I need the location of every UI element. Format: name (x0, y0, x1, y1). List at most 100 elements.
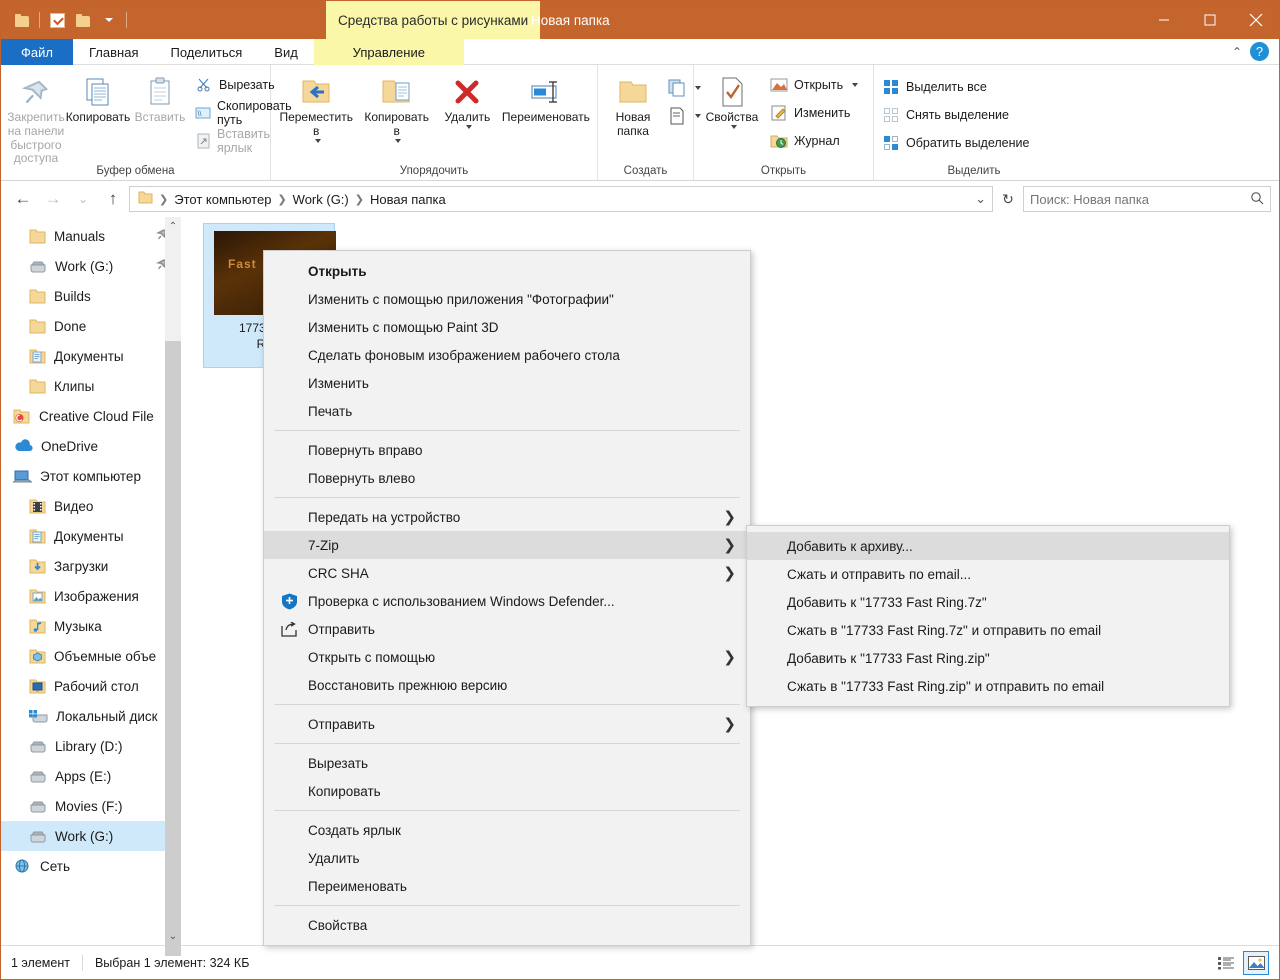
context-menu-item-21[interactable]: Копировать (264, 777, 750, 805)
sidebar-item-0[interactable]: Manuals (1, 221, 181, 251)
qat-customize-dropdown-icon[interactable] (96, 7, 122, 33)
context-menu-item-27[interactable]: Свойства (264, 911, 750, 939)
sidebar-item-7[interactable]: OneDrive (1, 431, 181, 461)
sidebar-item-15[interactable]: Рабочий стол (1, 671, 181, 701)
breadcrumb-item-1[interactable]: Work (G:) (289, 192, 353, 207)
breadcrumb-item-2[interactable]: Новая папка (366, 192, 450, 207)
sidebar-item-9[interactable]: Видео (1, 491, 181, 521)
rename-button[interactable]: Переименовать (499, 69, 593, 125)
context-menu-item-13[interactable]: Проверка с использованием Windows Defend… (264, 587, 750, 615)
edit-button[interactable]: Изменить (766, 100, 862, 126)
sidebar-item-6[interactable]: Creative Cloud File (1, 401, 181, 431)
context-menu-item-12[interactable]: CRC SHA ❯ (264, 559, 750, 587)
sidebar-item-8[interactable]: Этот компьютер (1, 461, 181, 491)
submenu-7zip-item-0[interactable]: Добавить к архиву... (747, 532, 1229, 560)
context-submenu-7zip[interactable]: Добавить к архиву... Сжать и отправить по… (746, 525, 1230, 707)
copy-button[interactable]: Копировать (66, 69, 130, 125)
details-view-button[interactable] (1213, 951, 1239, 975)
invert-selection-button[interactable]: Обратить выделение (878, 130, 1033, 156)
up-button[interactable]: ↑ (99, 185, 127, 213)
tab-manage[interactable]: Управление (313, 39, 464, 65)
context-menu-item-18[interactable]: Отправить ❯ (264, 710, 750, 738)
minimize-button[interactable] (1141, 1, 1187, 39)
context-menu-item-16[interactable]: Восстановить прежнюю версию (264, 671, 750, 699)
chevron-up-icon[interactable]: ⌃ (1232, 45, 1242, 59)
qat-new-folder-icon[interactable] (70, 7, 96, 33)
sidebar-item-18[interactable]: Apps (E:) (1, 761, 181, 791)
new-folder-button[interactable]: Новая папка (602, 69, 664, 139)
sidebar-item-16[interactable]: Локальный диск (1, 701, 181, 731)
sidebar-item-2[interactable]: Builds (1, 281, 181, 311)
sidebar-item-21[interactable]: Сеть (1, 851, 181, 881)
sidebar-item-4[interactable]: Документы (1, 341, 181, 371)
qat-properties-checkbox-icon[interactable] (44, 7, 70, 33)
move-to-button[interactable]: Переместить в (275, 69, 357, 143)
context-menu-item-2[interactable]: Изменить с помощью Paint 3D (264, 313, 750, 341)
scroll-up-arrow-icon[interactable]: ⌃ (165, 217, 181, 235)
context-menu-item-14[interactable]: Отправить (264, 615, 750, 643)
sidebar-item-14[interactable]: Объемные объе (1, 641, 181, 671)
sidebar-item-5[interactable]: Клипы (1, 371, 181, 401)
sidebar-item-1[interactable]: Work (G:) (1, 251, 181, 281)
context-menu-item-3[interactable]: Сделать фоновым изображением рабочего ст… (264, 341, 750, 369)
tab-home[interactable]: Главная (73, 39, 154, 65)
help-icon[interactable]: ? (1250, 42, 1269, 61)
context-menu-item-8[interactable]: Повернуть влево (264, 464, 750, 492)
qat-folder-icon[interactable] (9, 7, 35, 33)
paste-button[interactable]: Вставить (129, 69, 191, 125)
breadcrumb[interactable]: ❯ Этот компьютер ❯ Work (G:) ❯ Новая пап… (129, 186, 993, 212)
context-menu-item-23[interactable]: Создать ярлык (264, 816, 750, 844)
context-menu-item-5[interactable]: Печать (264, 397, 750, 425)
sidebar-item-12[interactable]: Изображения (1, 581, 181, 611)
thumbnails-view-button[interactable] (1243, 950, 1269, 975)
context-menu-item-11[interactable]: 7-Zip ❯ (264, 531, 750, 559)
recent-locations-button[interactable]: ⌄ (69, 185, 97, 213)
forward-button[interactable]: → (39, 185, 67, 213)
submenu-7zip-item-1[interactable]: Сжать и отправить по email... (747, 560, 1229, 588)
context-menu-item-1[interactable]: Изменить с помощью приложения "Фотографи… (264, 285, 750, 313)
search-input[interactable]: Поиск: Новая папка (1023, 186, 1271, 212)
submenu-7zip-item-2[interactable]: Добавить к "17733 Fast Ring.7z" (747, 588, 1229, 616)
context-menu[interactable]: Открыть Изменить с помощью приложения "Фо… (263, 250, 751, 946)
pin-to-quick-access-button[interactable]: Закрепить на панели быстрого доступа (5, 69, 67, 166)
scroll-down-arrow-icon[interactable]: ⌄ (165, 927, 181, 945)
sidebar-item-11[interactable]: Загрузки (1, 551, 181, 581)
sidebar-item-3[interactable]: Done (1, 311, 181, 341)
open-button[interactable]: Открыть (766, 72, 862, 98)
submenu-7zip-item-5[interactable]: Сжать в "17733 Fast Ring.zip" и отправит… (747, 672, 1229, 700)
maximize-button[interactable] (1187, 1, 1233, 39)
back-button[interactable]: ← (9, 185, 37, 213)
select-none-button[interactable]: Снять выделение (878, 102, 1033, 128)
context-menu-item-15[interactable]: Открыть с помощью ❯ (264, 643, 750, 671)
breadcrumb-item-0[interactable]: Этот компьютер (170, 192, 275, 207)
select-all-button[interactable]: Выделить все (878, 74, 1033, 100)
close-button[interactable] (1233, 1, 1279, 39)
context-menu-item-25[interactable]: Переименовать (264, 872, 750, 900)
scrollbar-thumb[interactable] (165, 341, 181, 956)
sidebar-item-17[interactable]: Library (D:) (1, 731, 181, 761)
refresh-button[interactable]: ↻ (995, 186, 1021, 212)
copy-to-button[interactable]: Копировать в (357, 69, 436, 143)
submenu-7zip-item-4[interactable]: Добавить к "17733 Fast Ring.zip" (747, 644, 1229, 672)
share-icon (280, 620, 298, 638)
properties-button[interactable]: Свойства (698, 69, 766, 129)
breadcrumb-dropdown-icon[interactable]: ⌄ (975, 191, 986, 207)
context-menu-item-0[interactable]: Открыть (264, 257, 750, 285)
tab-view[interactable]: Вид (258, 39, 314, 65)
tab-file[interactable]: Файл (1, 39, 73, 65)
scissors-icon (195, 77, 213, 93)
sidebar-item-13[interactable]: Музыка (1, 611, 181, 641)
sidebar-item-10[interactable]: Документы (1, 521, 181, 551)
submenu-7zip-item-3[interactable]: Сжать в "17733 Fast Ring.7z" и отправить… (747, 616, 1229, 644)
context-menu-item-20[interactable]: Вырезать (264, 749, 750, 777)
tab-share[interactable]: Поделиться (154, 39, 258, 65)
sidebar-item-20[interactable]: Work (G:) (1, 821, 181, 851)
context-menu-item-4[interactable]: Изменить (264, 369, 750, 397)
context-menu-item-10[interactable]: Передать на устройство ❯ (264, 503, 750, 531)
context-menu-item-7[interactable]: Повернуть вправо (264, 436, 750, 464)
context-menu-item-24[interactable]: Удалить (264, 844, 750, 872)
sidebar-item-19[interactable]: Movies (F:) (1, 791, 181, 821)
history-button[interactable]: Журнал (766, 128, 862, 154)
delete-button[interactable]: Удалить (436, 69, 499, 129)
navigation-scrollbar[interactable]: ⌃ ⌄ (165, 217, 181, 956)
